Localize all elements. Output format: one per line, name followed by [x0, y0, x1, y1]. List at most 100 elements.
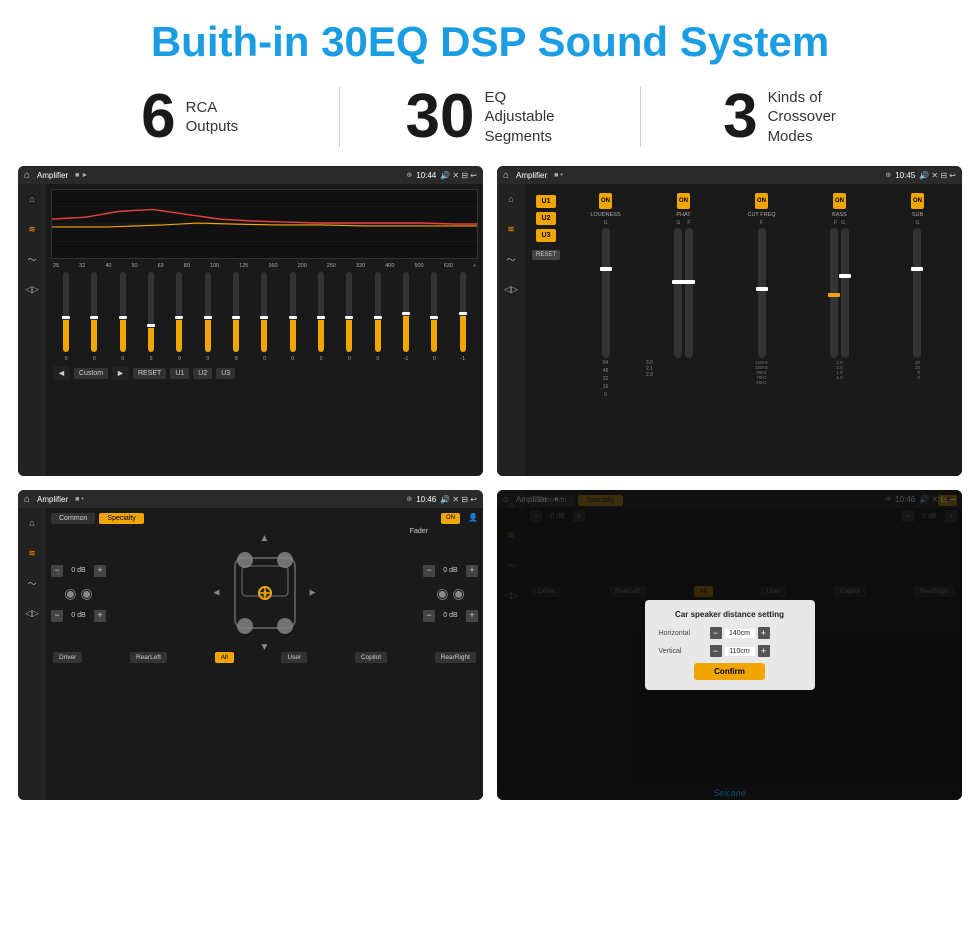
amp-u3-button[interactable]: U3 — [536, 229, 557, 242]
phat-sub: G F — [677, 220, 691, 226]
horizontal-row: Horizontal − 140cm + — [659, 627, 801, 639]
nav-wave-1[interactable]: 〜 — [21, 250, 43, 268]
phat-on-badge[interactable]: ON — [677, 193, 690, 209]
nav-home-3[interactable]: ⌂ — [21, 514, 43, 532]
db-plus-topleft[interactable]: + — [94, 565, 106, 577]
bass-slider-1[interactable] — [830, 228, 838, 358]
eq-slider-3[interactable]: 0 — [110, 272, 136, 362]
bass-on-badge[interactable]: ON — [833, 193, 846, 209]
eq-slider-8[interactable]: 0 — [251, 272, 277, 362]
fader-layout: − 0 dB + ◉ ◉ − 0 dB + — [51, 538, 478, 648]
db-plus-bottomleft[interactable]: + — [94, 610, 106, 622]
eq-slider-12[interactable]: 0 — [365, 272, 391, 362]
cutfreq-slider[interactable] — [758, 228, 766, 358]
eq-val-7: 0 — [235, 356, 238, 362]
amp-reset-button[interactable]: RESET — [532, 250, 560, 260]
position-rearleft[interactable]: RearLeft — [130, 652, 167, 663]
home-icon-2: ⌂ — [503, 170, 509, 181]
phat-label: PHAT — [676, 212, 690, 218]
eq-slider-13[interactable]: -1 — [393, 272, 419, 362]
db-plus-bottomright[interactable]: + — [466, 610, 478, 622]
eq-slider-4[interactable]: 5 — [138, 272, 164, 362]
nav-wave-3[interactable]: 〜 — [21, 574, 43, 592]
channel-sub: ON SUB G 201550 — [880, 193, 955, 467]
eq-slider-6[interactable]: 0 — [195, 272, 221, 362]
nav-eq-1[interactable]: ≋ — [21, 220, 43, 238]
eq-next-button[interactable]: ► — [112, 366, 129, 380]
db-minus-bottomleft[interactable]: − — [51, 610, 63, 622]
amp-u2-button[interactable]: U2 — [536, 212, 557, 225]
loudness-slider[interactable] — [602, 228, 610, 358]
vertical-minus[interactable]: − — [710, 645, 722, 657]
amp-u1-button[interactable]: U1 — [536, 195, 557, 208]
db-plus-topright[interactable]: + — [466, 565, 478, 577]
sub-slider[interactable] — [913, 228, 921, 358]
phat-slider-1[interactable] — [674, 228, 682, 358]
position-copilot[interactable]: Copilot — [355, 652, 387, 663]
eq-slider-5[interactable]: 0 — [166, 272, 192, 362]
dialog-overlay: Car speaker distance setting Horizontal … — [497, 490, 962, 800]
home-icon-1: ⌂ — [24, 170, 30, 181]
loudness-on-badge[interactable]: ON — [599, 193, 612, 209]
nav-speaker-3[interactable]: ◁▷ — [21, 604, 43, 622]
arrow-left[interactable]: ◄ — [212, 588, 222, 599]
fader-left-controls: − 0 dB + ◉ ◉ − 0 dB + — [51, 565, 106, 622]
eq-slider-9[interactable]: 0 — [280, 272, 306, 362]
nav-wave-2[interactable]: 〜 — [500, 250, 522, 268]
eq-u1-button[interactable]: U1 — [170, 368, 189, 379]
nav-home-2[interactable]: ⌂ — [500, 190, 522, 208]
arrow-down[interactable]: ▼ — [260, 642, 270, 653]
eq-custom-button[interactable]: Custom — [74, 368, 108, 379]
confirm-button[interactable]: Confirm — [694, 663, 765, 680]
nav-speaker-1[interactable]: ◁▷ — [21, 280, 43, 298]
db-control-topright: − 0 dB + — [423, 565, 478, 577]
eq-val-2: 0 — [93, 356, 96, 362]
eq-reset-button[interactable]: RESET — [133, 368, 166, 379]
position-user[interactable]: User — [281, 652, 307, 663]
sub-on-badge[interactable]: ON — [911, 193, 924, 209]
tab-common[interactable]: Common — [51, 513, 95, 524]
eq-slider-2[interactable]: 0 — [81, 272, 107, 362]
cutfreq-on-badge[interactable]: ON — [755, 193, 768, 209]
arrow-right[interactable]: ► — [308, 588, 318, 599]
eq-u2-button[interactable]: U2 — [193, 368, 212, 379]
status-bar-2: ⌂ Amplifier ■ • ⊕ 10:45 🔊 ✕ ⊟ ↩ — [497, 166, 962, 184]
horizontal-minus[interactable]: − — [710, 627, 722, 639]
db-minus-topleft[interactable]: − — [51, 565, 63, 577]
eq-slider-10[interactable]: 0 — [308, 272, 334, 362]
nav-speaker-2[interactable]: ◁▷ — [500, 280, 522, 298]
eq-slider-14[interactable]: 0 — [421, 272, 447, 362]
eq-slider-11[interactable]: 0 — [336, 272, 362, 362]
car-svg — [220, 538, 310, 648]
side-nav-3: ⌂ ≋ 〜 ◁▷ — [18, 508, 46, 800]
db-minus-bottomright[interactable]: − — [423, 610, 435, 622]
position-rearright[interactable]: RearRight — [435, 652, 476, 663]
fader-on-badge[interactable]: ON — [441, 513, 460, 524]
eq-slider-7[interactable]: 0 — [223, 272, 249, 362]
nav-eq-2[interactable]: ≋ — [500, 220, 522, 238]
nav-eq-3[interactable]: ≋ — [21, 544, 43, 562]
eq-u3-button[interactable]: U3 — [216, 368, 235, 379]
location-icon-3: ⊕ — [406, 495, 412, 503]
tab-specialty[interactable]: Specialty — [99, 513, 143, 524]
bass-values: 3.02.51.51.0 — [836, 360, 842, 380]
phat-slider-2[interactable] — [685, 228, 693, 358]
bass-slider-2[interactable] — [841, 228, 849, 358]
db-minus-topright[interactable]: − — [423, 565, 435, 577]
position-all[interactable]: All — [215, 652, 234, 663]
eq-prev-button[interactable]: ◄ — [53, 366, 70, 380]
eq-slider-15[interactable]: -1 — [450, 272, 476, 362]
screen1-title: Amplifier — [37, 171, 68, 180]
eq-slider-1[interactable]: 0 — [53, 272, 79, 362]
vertical-plus[interactable]: + — [758, 645, 770, 657]
fader-person-icon[interactable]: 👤 — [468, 513, 478, 524]
nav-home-1[interactable]: ⌂ — [21, 190, 43, 208]
status-bar-3: ⌂ Amplifier ■ • ⊕ 10:46 🔊 ✕ ⊟ ↩ — [18, 490, 483, 508]
screen3-inner: ⌂ ≋ 〜 ◁▷ Common Specialty ON 👤 Fader — [18, 508, 483, 800]
horizontal-plus[interactable]: + — [758, 627, 770, 639]
screen-equalizer: ⌂ Amplifier ■ ► ⊕ 10:44 🔊 ✕ ⊟ ↩ ⌂ ≋ 〜 ◁▷ — [18, 166, 483, 476]
location-icon-1: ⊕ — [406, 171, 412, 179]
position-driver[interactable]: Driver — [53, 652, 82, 663]
stat-rca-number: 6 — [141, 86, 175, 148]
arrow-up[interactable]: ▲ — [260, 533, 270, 544]
